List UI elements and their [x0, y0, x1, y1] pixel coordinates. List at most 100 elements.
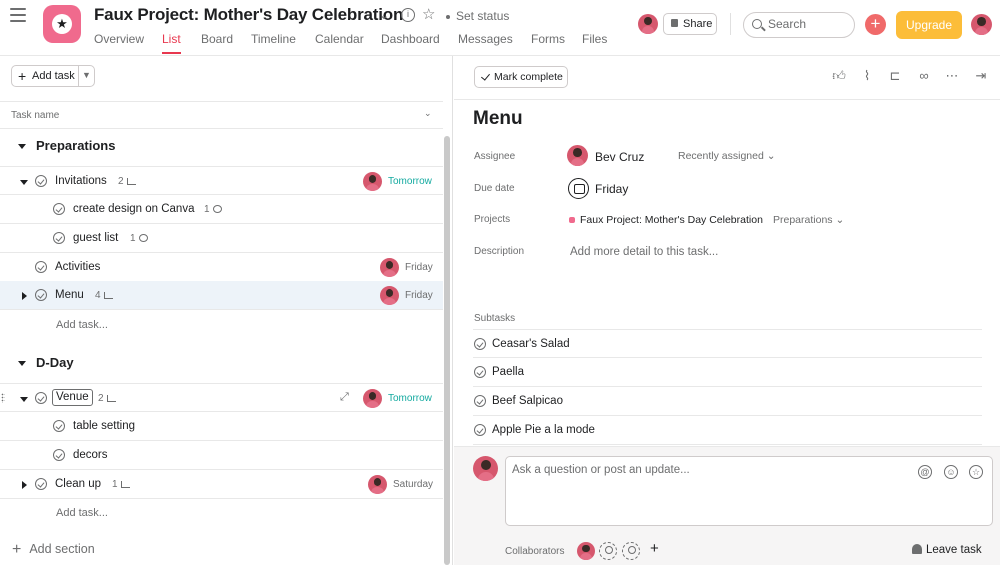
tab-messages[interactable]: Messages [458, 32, 513, 46]
assignee-avatar[interactable] [567, 145, 588, 166]
mention-icon[interactable]: @ [918, 465, 932, 479]
user-avatar[interactable] [971, 14, 992, 35]
complete-check-icon[interactable] [53, 449, 65, 461]
appreciation-star-icon[interactable]: ☆ [969, 465, 983, 479]
tab-calendar[interactable]: Calendar [315, 32, 364, 46]
hamburger-menu-icon[interactable] [10, 8, 26, 22]
assignee-avatar[interactable] [380, 258, 399, 277]
complete-check-icon[interactable] [474, 424, 486, 436]
collapse-subtasks-icon[interactable] [20, 180, 28, 185]
complete-check-icon[interactable] [474, 366, 486, 378]
tab-forms[interactable]: Forms [531, 32, 565, 46]
task-row-clean-up[interactable]: Clean up 1 Saturday [0, 470, 443, 499]
close-pane-icon[interactable]: ⇥ [974, 69, 988, 83]
subtask-item[interactable]: Apple Pie a la mode [473, 416, 982, 445]
collaborator-avatar[interactable] [577, 542, 595, 560]
subtask-icon[interactable]: ⊏ [888, 69, 902, 83]
task-title[interactable]: Menu [473, 108, 523, 130]
comment-box[interactable]: @ ☺ ☆ [505, 456, 993, 526]
assignee-avatar[interactable] [368, 475, 387, 494]
set-status-button[interactable]: Set status [446, 9, 509, 23]
task-row-invitations[interactable]: Invitations 2 Tomorrow [0, 166, 443, 195]
member-avatar[interactable] [638, 14, 658, 34]
search-box[interactable] [743, 12, 855, 38]
complete-check-icon[interactable] [35, 289, 47, 301]
mark-complete-button[interactable]: Mark complete [474, 66, 568, 88]
attachment-icon[interactable]: ⌇ [860, 69, 874, 83]
add-task-link[interactable]: Add task... [56, 319, 108, 331]
complete-check-icon[interactable] [53, 232, 65, 244]
assignee-name[interactable]: Bev Cruz [595, 150, 644, 164]
due-date[interactable]: Friday [405, 262, 433, 273]
assignee-avatar[interactable] [363, 172, 382, 191]
add-collaborator-icon[interactable] [599, 542, 617, 560]
subtask-row[interactable]: guest list 1 [0, 224, 443, 253]
collapse-section-icon[interactable] [18, 144, 26, 149]
share-button[interactable]: Share [663, 13, 717, 35]
complete-check-icon[interactable] [53, 420, 65, 432]
like-icon[interactable]: 👍︎ [832, 69, 846, 83]
subtask-item[interactable]: Ceasar's Salad [473, 329, 982, 358]
quick-add-button[interactable]: + [865, 14, 886, 35]
add-task-button[interactable]: + Add task ▼ [11, 65, 95, 87]
tab-list[interactable]: List [162, 32, 181, 54]
chevron-down-icon[interactable]: ⌄ [379, 8, 389, 22]
emoji-icon[interactable]: ☺ [944, 465, 958, 479]
add-section-button[interactable]: + Add section [12, 541, 95, 559]
section-title[interactable]: D-Day [36, 355, 74, 370]
tab-files[interactable]: Files [582, 32, 607, 46]
due-date[interactable]: Tomorrow [388, 393, 432, 404]
upgrade-button[interactable]: Upgrade [896, 11, 962, 39]
add-task-link[interactable]: Add task... [56, 507, 108, 519]
complete-check-icon[interactable] [53, 203, 65, 215]
complete-check-icon[interactable] [474, 395, 486, 407]
assignee-avatar[interactable] [363, 389, 382, 408]
tab-dashboard[interactable]: Dashboard [381, 32, 440, 46]
drag-handle-icon[interactable] [1, 393, 5, 403]
complete-check-icon[interactable] [474, 338, 486, 350]
expand-subtasks-icon[interactable] [22, 481, 27, 489]
complete-check-icon[interactable] [35, 175, 47, 187]
due-date-value[interactable]: Friday [595, 182, 628, 196]
expand-arrows-icon[interactable]: ⤢ [340, 391, 349, 404]
chevron-down-icon[interactable]: ⌄ [424, 108, 432, 119]
scrollbar[interactable] [444, 136, 450, 565]
tab-overview[interactable]: Overview [94, 32, 144, 46]
leave-task-button[interactable]: Leave task [912, 544, 982, 556]
tab-timeline[interactable]: Timeline [251, 32, 296, 46]
assignee-avatar[interactable] [380, 286, 399, 305]
comment-input[interactable] [512, 464, 902, 484]
complete-check-icon[interactable] [35, 478, 47, 490]
collapse-subtasks-icon[interactable] [20, 397, 28, 402]
link-icon[interactable]: ∞ [917, 69, 931, 83]
subtask-item[interactable]: Paella [473, 358, 982, 387]
expand-subtasks-icon[interactable] [22, 292, 27, 300]
due-date[interactable]: Saturday [393, 479, 433, 490]
task-row-activities[interactable]: Activities Friday [0, 253, 443, 282]
task-row-menu[interactable]: Menu 4 Friday [0, 281, 443, 310]
calendar-icon[interactable] [568, 178, 589, 199]
more-options-icon[interactable]: ⋯ [945, 69, 959, 83]
collapse-section-icon[interactable] [18, 361, 26, 366]
info-icon[interactable]: i [401, 8, 415, 22]
subtask-item[interactable]: Beef Salpicao [473, 387, 982, 416]
section-title[interactable]: Preparations [36, 138, 115, 153]
project-section-dropdown[interactable]: Preparations ⌄ [773, 214, 844, 226]
due-date[interactable]: Tomorrow [388, 176, 432, 187]
favorite-star-icon[interactable]: ☆ [422, 5, 435, 23]
task-row-venue[interactable]: Venue 2 ⤢ Tomorrow [0, 383, 443, 412]
search-input[interactable] [768, 17, 848, 31]
project-name[interactable]: Faux Project: Mother's Day Celebration [580, 214, 763, 226]
recently-assigned-dropdown[interactable]: Recently assigned ⌄ [678, 150, 776, 162]
subtask-row[interactable]: create design on Canva 1 [0, 195, 443, 224]
subtask-row[interactable]: decors [0, 441, 443, 470]
due-date[interactable]: Friday [405, 290, 433, 301]
subtask-row[interactable]: table setting [0, 412, 443, 441]
complete-check-icon[interactable] [35, 261, 47, 273]
add-collaborator-plus-icon[interactable]: + [650, 540, 659, 557]
project-title[interactable]: Faux Project: Mother's Day Celebration [94, 5, 403, 25]
complete-check-icon[interactable] [35, 392, 47, 404]
chevron-down-icon[interactable]: ▼ [82, 70, 91, 80]
task-name-input[interactable]: Venue [52, 389, 93, 406]
add-collaborator-icon[interactable] [622, 542, 640, 560]
